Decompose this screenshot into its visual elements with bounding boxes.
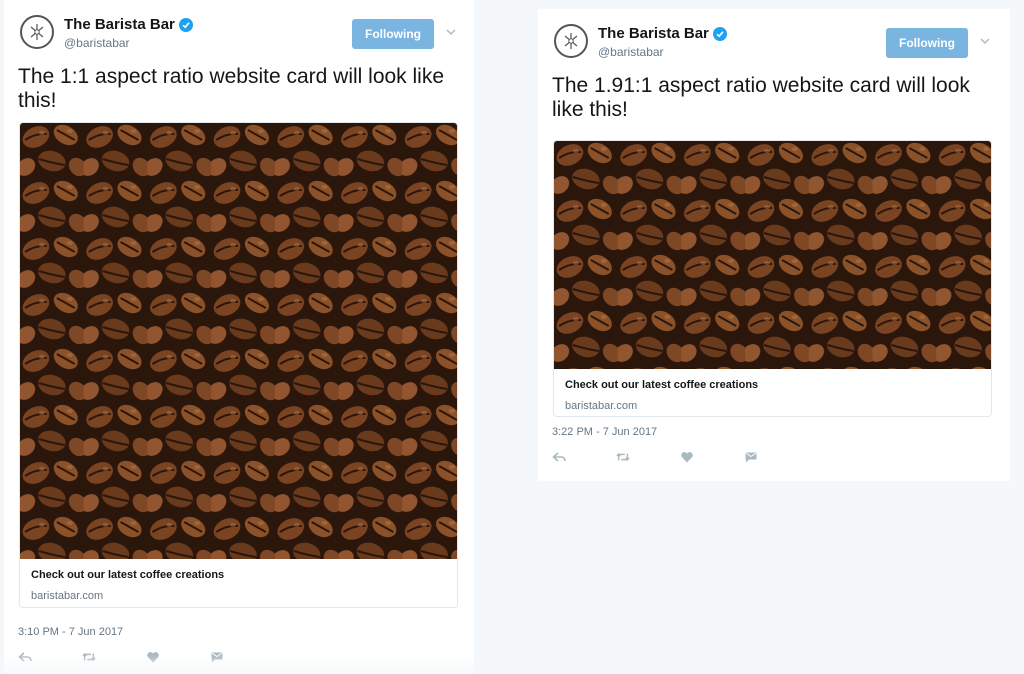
reply-icon [18,652,32,662]
barista-logo-icon [30,24,44,40]
direct-message-icon [211,652,223,663]
card-image-coffee-beans[interactable] [554,141,991,369]
avatar[interactable] [554,24,588,58]
like-button[interactable] [146,649,210,665]
chevron-down-icon[interactable] [979,35,991,47]
direct-message-button[interactable] [210,649,274,665]
avatar[interactable] [20,15,54,49]
like-icon [147,652,159,663]
reply-icon [552,452,566,462]
website-card[interactable]: Check out our latest coffee creations ba… [19,122,458,608]
chevron-down-icon[interactable] [445,26,457,38]
website-card[interactable]: Check out our latest coffee creations ba… [553,140,992,417]
verified-badge-icon [712,26,727,41]
tweet-text: The 1:1 aspect ratio website card will l… [18,65,445,112]
retweet-icon [616,452,630,462]
retweet-icon [82,652,96,662]
card-title[interactable]: Check out our latest coffee creations [565,379,980,391]
card-domain[interactable]: baristabar.com [31,590,446,602]
retweet-button[interactable] [616,449,680,465]
tweet-card-wide: The Barista Bar @baristabar Following Th… [538,9,1010,481]
tweet-header: The Barista Bar @baristabar Following [4,0,474,60]
tweet-card-square: The Barista Bar @baristabar Following Th… [4,0,474,674]
tweet-text: The 1.91:1 aspect ratio website card wil… [552,74,970,121]
user-handle[interactable]: @baristabar [598,45,727,59]
like-button[interactable] [680,449,744,465]
tweet-actions [18,649,274,665]
card-image-coffee-beans[interactable] [20,123,457,559]
display-name[interactable]: The Barista Bar [64,16,175,33]
card-title[interactable]: Check out our latest coffee creations [31,569,446,581]
following-button[interactable]: Following [352,19,434,49]
verified-badge-icon [178,17,193,32]
reply-button[interactable] [18,649,82,665]
like-icon [681,452,693,463]
barista-logo-icon [564,33,578,49]
following-button[interactable]: Following [886,28,968,58]
tweet-actions [552,449,808,465]
tweet-timestamp[interactable]: 3:22 PM - 7 Jun 2017 [552,426,657,438]
user-handle[interactable]: @baristabar [64,36,193,50]
tweet-header: The Barista Bar @baristabar Following [538,9,1010,69]
card-domain[interactable]: baristabar.com [565,400,980,412]
reply-button[interactable] [552,449,616,465]
direct-message-icon [745,452,757,463]
display-name[interactable]: The Barista Bar [598,25,709,42]
retweet-button[interactable] [82,649,146,665]
tweet-timestamp[interactable]: 3:10 PM - 7 Jun 2017 [18,626,123,638]
direct-message-button[interactable] [744,449,808,465]
